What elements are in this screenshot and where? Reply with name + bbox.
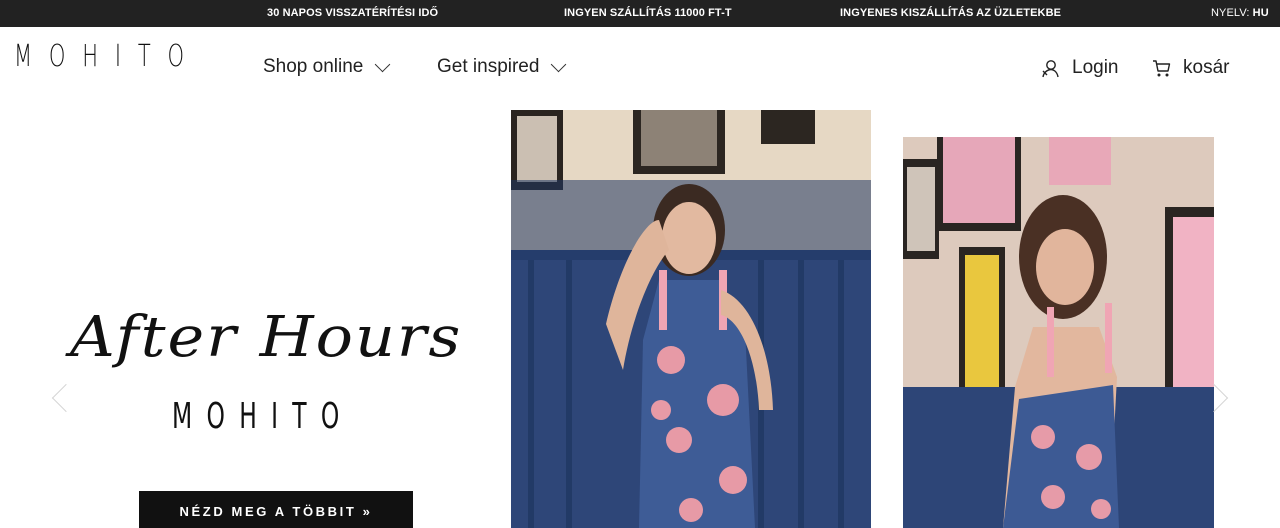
- promo-returns: 30 NAPOS VISSZATÉRÍTÉSI IDŐ: [267, 7, 439, 19]
- hero-slider: After Hours MOHITO NÉZD MEG A TÖBBIT »: [0, 110, 1280, 528]
- cart-link[interactable]: kosár: [1152, 57, 1229, 79]
- hero-photo-seated[interactable]: [511, 110, 871, 528]
- chevron-down-icon: [375, 56, 391, 72]
- promo-store-delivery: INGYENES KISZÁLLÍTÁS AZ ÜZLETEKBE: [840, 7, 1062, 19]
- nav-get-inspired-label: Get inspired: [437, 56, 540, 77]
- nav-shop-online-label: Shop online: [263, 56, 364, 77]
- language-label: NYELV:: [1211, 7, 1250, 19]
- chevron-down-icon: [551, 56, 567, 72]
- logo[interactable]: MOHITO: [14, 41, 201, 73]
- see-more-button[interactable]: NÉZD MEG A TÖBBIT »: [139, 491, 413, 528]
- language-selector[interactable]: NYELV: HU: [1211, 7, 1269, 19]
- hero-script-title: After Hours: [70, 303, 463, 370]
- language-value: HU: [1252, 7, 1269, 19]
- site-header: MOHITO Shop online Get inspired Login ko…: [0, 27, 1280, 110]
- user-icon: [1042, 59, 1059, 77]
- promo-free-shipping: INGYEN SZÁLLÍTÁS 11000 FT-T: [564, 7, 732, 19]
- hero-photo-seated-graphic: [511, 110, 871, 528]
- hero-photo-standing[interactable]: [903, 137, 1214, 528]
- hero-photo-standing-graphic: [903, 137, 1214, 528]
- arrow-left-icon[interactable]: [51, 383, 81, 413]
- login-label: Login: [1072, 57, 1119, 78]
- nav-get-inspired[interactable]: Get inspired: [437, 56, 567, 78]
- hero-brand: MOHITO: [172, 396, 354, 437]
- login-link[interactable]: Login: [1041, 57, 1119, 79]
- cart-label: kosár: [1183, 57, 1230, 78]
- nav-shop-online[interactable]: Shop online: [263, 56, 391, 78]
- promo-bar: 30 NAPOS VISSZATÉRÍTÉSI IDŐ INGYEN SZÁLL…: [0, 0, 1280, 27]
- cart-icon: [1153, 59, 1171, 76]
